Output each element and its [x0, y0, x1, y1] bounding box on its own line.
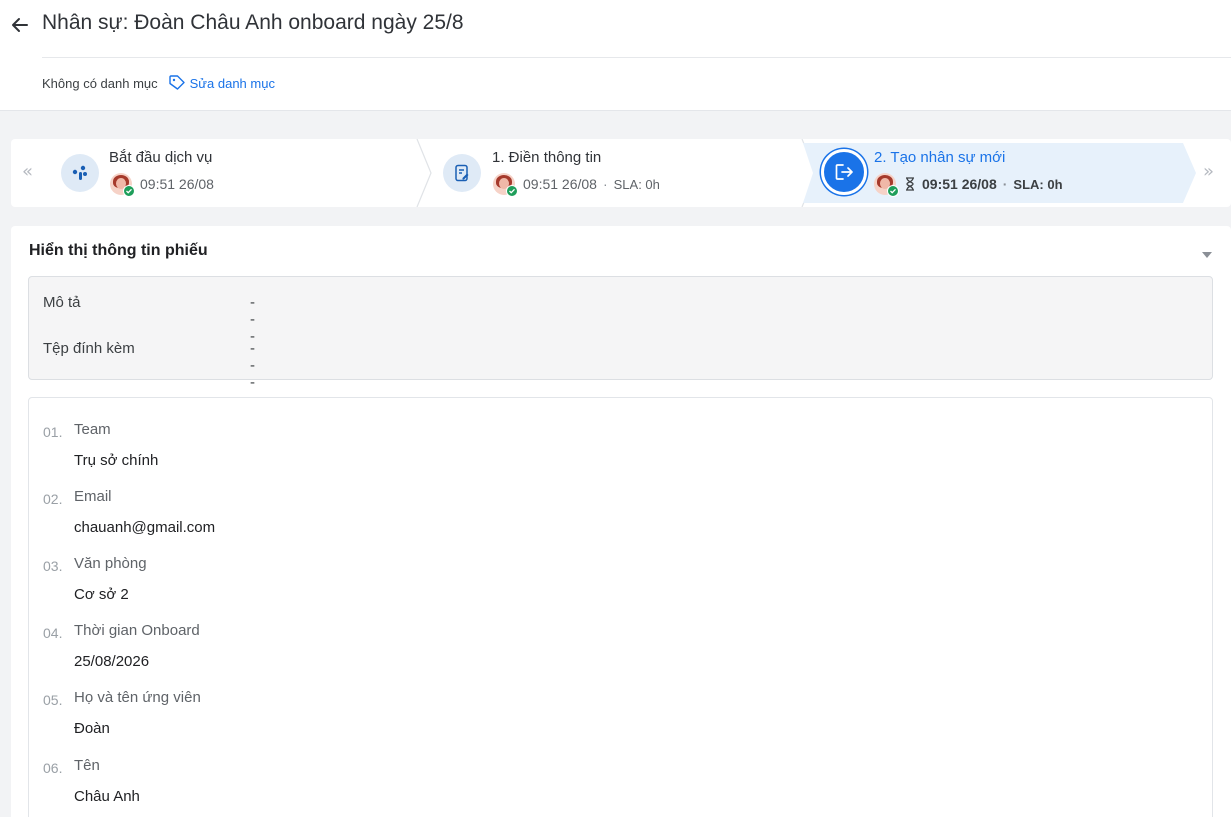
step-meta: 09:51 26/08 · SLA: 0h	[874, 173, 1063, 197]
attachment-value: ---	[250, 340, 255, 391]
hourglass-icon	[904, 177, 916, 191]
field-value: Châu Anh	[74, 788, 140, 805]
step-meta: 09:51 26/08	[110, 173, 214, 197]
field-number: 03.	[43, 558, 63, 574]
edit-category-link[interactable]: Sửa danh mục	[168, 74, 275, 92]
check-icon	[887, 185, 899, 197]
stepper-next-icon[interactable]: »	[1203, 161, 1214, 182]
step-fill-info[interactable]: 1. Điền thông tin 09:51 26/08 · SLA: 0h	[431, 139, 801, 207]
form-icon	[443, 154, 481, 192]
workflow-stepper: « Bắt đầu dịch vụ 09:51 26/08 1. Điền th…	[11, 139, 1231, 207]
separator-dot: ·	[602, 176, 608, 192]
header-divider	[42, 57, 1231, 58]
avatar	[493, 173, 518, 197]
field-number: 05.	[43, 692, 63, 708]
avatar	[110, 173, 135, 197]
description-row: Mô tả ---	[43, 294, 255, 345]
edit-category-label: Sửa danh mục	[189, 75, 275, 91]
field-label: Họ và tên ứng viên	[74, 689, 201, 706]
field-number: 04.	[43, 625, 63, 641]
description-box: Mô tả --- Tệp đính kèm ---	[28, 276, 1213, 391]
field-label: Team	[74, 421, 111, 438]
category-row: Không có danh mục Sửa danh mục	[42, 74, 275, 92]
export-icon	[821, 149, 867, 195]
field-value: 25/08/2026	[74, 653, 150, 670]
field-label: Email	[74, 488, 112, 505]
rocket-icon	[61, 154, 99, 192]
field-value: Trụ sở chính	[74, 452, 159, 469]
step-time: 09:51 26/08	[922, 176, 997, 192]
step-label: 2. Tạo nhân sự mới	[874, 149, 1006, 166]
field-number: 01.	[43, 424, 63, 440]
step-time: 09:51 26/08	[523, 176, 597, 192]
avatar	[874, 173, 899, 197]
separator-dot: ·	[1002, 176, 1008, 192]
step-time: 09:51 26/08	[140, 176, 214, 192]
attachment-row: Tệp đính kèm ---	[43, 340, 255, 391]
field-value: Cơ sở 2	[74, 586, 129, 603]
step-label: Bắt đầu dịch vụ	[109, 149, 213, 166]
page-title: Nhân sự: Đoàn Châu Anh onboard ngày 25/8	[42, 11, 464, 34]
field-label: Tên	[74, 757, 100, 774]
description-label: Mô tả	[43, 294, 81, 311]
step-create-staff[interactable]: 2. Tạo nhân sự mới 09:51 26/08 · SLA: 0h	[811, 139, 1201, 207]
field-number: 06.	[43, 760, 63, 776]
step-start-service[interactable]: Bắt đầu dịch vụ 09:51 26/08	[11, 139, 411, 207]
step-sla: SLA: 0h	[1013, 176, 1063, 192]
check-icon	[123, 185, 135, 197]
attachment-label: Tệp đính kèm	[43, 340, 135, 357]
field-label: Văn phòng	[74, 555, 147, 572]
step-meta: 09:51 26/08 · SLA: 0h	[493, 173, 660, 197]
caret-down-icon[interactable]	[1201, 246, 1213, 264]
ticket-info-panel: Hiển thị thông tin phiếu Mô tả --- Tệp đ…	[11, 226, 1231, 817]
category-none-text: Không có danh mục	[42, 75, 158, 91]
step-sla: SLA: 0h	[613, 176, 660, 192]
back-arrow-icon[interactable]	[10, 14, 30, 36]
page-header: Nhân sự: Đoàn Châu Anh onboard ngày 25/8…	[0, 0, 1231, 111]
tag-icon	[168, 75, 185, 90]
field-value: chauanh@gmail.com	[74, 519, 216, 536]
description-value: ---	[250, 294, 255, 345]
panel-title: Hiển thị thông tin phiếu	[29, 242, 208, 259]
field-label: Thời gian Onboard	[74, 622, 200, 639]
step-label: 1. Điền thông tin	[492, 149, 602, 166]
check-icon	[506, 185, 518, 197]
form-fields: 01. Team Trụ sở chính 02. Email chauanh@…	[28, 397, 1213, 817]
field-value: Đoàn	[74, 720, 110, 737]
field-number: 02.	[43, 491, 63, 507]
